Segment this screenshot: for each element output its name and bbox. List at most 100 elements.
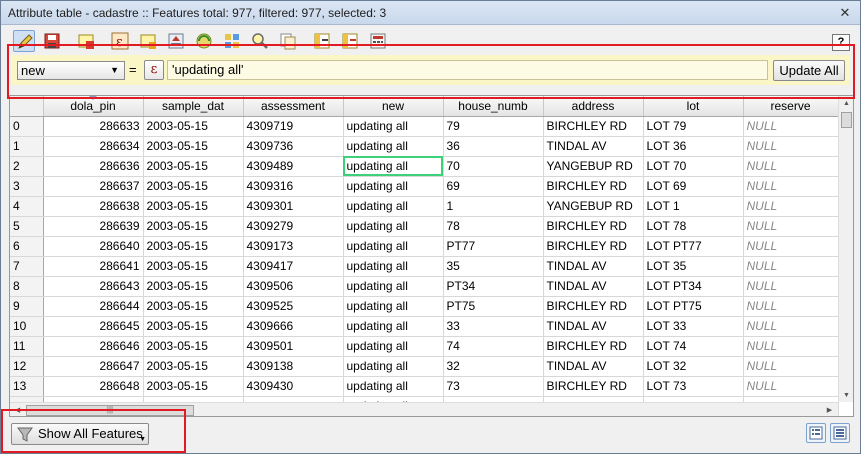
cell-house-numb[interactable]: 33	[443, 316, 544, 337]
cell-dola-pin[interactable]: 286648	[43, 376, 144, 397]
cell-address[interactable]: YANGEBUP RD	[543, 156, 644, 177]
cell-house-numb[interactable]: 32	[443, 356, 544, 377]
cell-assessment[interactable]: 4309417	[243, 256, 344, 277]
row-header[interactable]: 8	[10, 276, 44, 297]
cell-sample-dat[interactable]: 2003-05-15	[143, 156, 244, 177]
cell-lot[interactable]: LOT 70	[643, 156, 744, 177]
cell-house-numb[interactable]: 69	[443, 176, 544, 197]
help-button[interactable]: ?	[832, 34, 850, 51]
cell-sample-dat[interactable]: 2003-05-15	[143, 256, 244, 277]
cell-reserve[interactable]: NULL	[743, 116, 839, 137]
column-header-address[interactable]: address	[543, 96, 644, 117]
cell-new[interactable]: updating all	[343, 196, 444, 217]
cell-dola-pin[interactable]: 286647	[43, 356, 144, 377]
cell-house-numb[interactable]: 70	[443, 156, 544, 177]
cell-new[interactable]: updating all	[343, 236, 444, 257]
cell-dola-pin[interactable]: 286639	[43, 216, 144, 237]
cell-assessment[interactable]: 4309736	[243, 136, 344, 157]
cell-reserve[interactable]: NULL	[743, 256, 839, 277]
cell-house-numb[interactable]: 79	[443, 116, 544, 137]
cell-assessment[interactable]: 4309489	[243, 156, 344, 177]
row-header[interactable]: 7	[10, 256, 44, 277]
cell-reserve[interactable]: NULL	[743, 316, 839, 337]
cell-lot[interactable]: LOT PT77	[643, 236, 744, 257]
cell-dola-pin[interactable]: 286644	[43, 296, 144, 317]
cell-house-numb[interactable]: 36	[443, 136, 544, 157]
column-header-reserve[interactable]: reserve	[743, 96, 839, 117]
row-header[interactable]: 2	[10, 156, 44, 177]
column-header-new[interactable]: new	[343, 96, 444, 117]
cell-lot[interactable]: LOT 69	[643, 176, 744, 197]
cell-address[interactable]: TINDAL AV	[543, 276, 644, 297]
cell-sample-dat[interactable]: 2003-05-15	[143, 356, 244, 377]
cell-reserve[interactable]: NULL	[743, 156, 839, 177]
scroll-up-icon[interactable]: ▲	[839, 96, 853, 111]
cell-new[interactable]: updating all	[343, 256, 444, 277]
table-row[interactable]: 0 286633 2003-05-15 4309719 updating all 79 BI…	[10, 116, 839, 137]
delete-selected-icon[interactable]	[75, 30, 97, 52]
cell-new[interactable]: updating all	[343, 316, 444, 337]
cell-address[interactable]: BIRCHLEY RD	[543, 216, 644, 237]
cell-lot[interactable]: LOT PT75	[643, 296, 744, 317]
scroll-left-icon[interactable]: ◀	[10, 403, 25, 416]
cell-reserve[interactable]: NULL	[743, 376, 839, 397]
cell-lot[interactable]: LOT 35	[643, 256, 744, 277]
row-header[interactable]: 10	[10, 316, 44, 337]
cell-dola-pin[interactable]: 286646	[43, 336, 144, 357]
cell-address[interactable]: BIRCHLEY RD	[543, 176, 644, 197]
cell-new[interactable]: updating all	[343, 156, 444, 177]
cell-dola-pin[interactable]: 286643	[43, 276, 144, 297]
cell-address[interactable]: BIRCHLEY RD	[543, 236, 644, 257]
column-header-house-numb[interactable]: house_numb	[443, 96, 544, 117]
cell-reserve[interactable]: NULL	[743, 136, 839, 157]
table-row[interactable]: 13 286648 2003-05-15 4309430 updating all 73 B…	[10, 376, 839, 397]
table-row[interactable]: 6 286640 2003-05-15 4309173 updating all PT77…	[10, 236, 839, 257]
cell-assessment[interactable]: 4309666	[243, 316, 344, 337]
cell-sample-dat[interactable]: 2003-05-15	[143, 196, 244, 217]
copy-rows-icon[interactable]	[277, 30, 299, 52]
cell-address[interactable]: BIRCHLEY RD	[543, 296, 644, 317]
cell-sample-dat[interactable]: 2003-05-15	[143, 236, 244, 257]
table-row[interactable]: 10 286645 2003-05-15 4309666 updating all 33 T…	[10, 316, 839, 337]
cell-assessment[interactable]: 4309430	[243, 376, 344, 397]
zoom-to-selection-icon[interactable]	[249, 30, 271, 52]
table-row[interactable]: 3 286637 2003-05-15 4309316 updating all 69 BI…	[10, 176, 839, 197]
cell-reserve[interactable]: NULL	[743, 236, 839, 257]
cell-sample-dat[interactable]: 2003-05-15	[143, 116, 244, 137]
corner-header[interactable]	[10, 96, 44, 117]
cell-lot[interactable]: LOT 32	[643, 356, 744, 377]
cell-dola-pin[interactable]: 286638	[43, 196, 144, 217]
deselect-all-icon[interactable]	[221, 30, 243, 52]
cell-reserve[interactable]: NULL	[743, 276, 839, 297]
row-header[interactable]: 11	[10, 336, 44, 357]
row-header[interactable]: 0	[10, 116, 44, 137]
cell-lot[interactable]: LOT 73	[643, 376, 744, 397]
cell-dola-pin[interactable]: 286640	[43, 236, 144, 257]
cell-lot[interactable]: LOT 74	[643, 336, 744, 357]
cell-sample-dat[interactable]: 2003-05-15	[143, 316, 244, 337]
delete-column-icon[interactable]	[339, 30, 361, 52]
row-header[interactable]: 12	[10, 356, 44, 377]
move-selection-top-icon[interactable]	[165, 30, 187, 52]
horizontal-scroll-thumb[interactable]: |||	[26, 405, 194, 416]
cell-lot[interactable]: LOT 33	[643, 316, 744, 337]
row-header[interactable]: 6	[10, 236, 44, 257]
show-all-features-button[interactable]: Show All Features ▼	[11, 423, 149, 445]
cell-assessment[interactable]: 4309301	[243, 196, 344, 217]
cell-sample-dat[interactable]: 2003-05-15	[143, 136, 244, 157]
cell-sample-dat[interactable]: 2003-05-15	[143, 376, 244, 397]
field-calculator-icon[interactable]	[367, 30, 389, 52]
horizontal-scrollbar[interactable]: ◀ ||| ▶	[10, 402, 838, 416]
table-row[interactable]: 1 286634 2003-05-15 4309736 updating all 36 TI…	[10, 136, 839, 157]
cell-lot[interactable]: LOT 78	[643, 216, 744, 237]
cell-address[interactable]: TINDAL AV	[543, 316, 644, 337]
cell-dola-pin[interactable]: 286634	[43, 136, 144, 157]
cell-new[interactable]: updating all	[343, 276, 444, 297]
row-header[interactable]: 13	[10, 376, 44, 397]
cell-sample-dat[interactable]: 2003-05-15	[143, 216, 244, 237]
select-by-expression-icon[interactable]: ε	[109, 30, 131, 52]
cell-dola-pin[interactable]: 286645	[43, 316, 144, 337]
table-row[interactable]: 11 286646 2003-05-15 4309501 updating all 74 B…	[10, 336, 839, 357]
update-all-button[interactable]: Update All	[773, 60, 845, 81]
row-header[interactable]: 3	[10, 176, 44, 197]
